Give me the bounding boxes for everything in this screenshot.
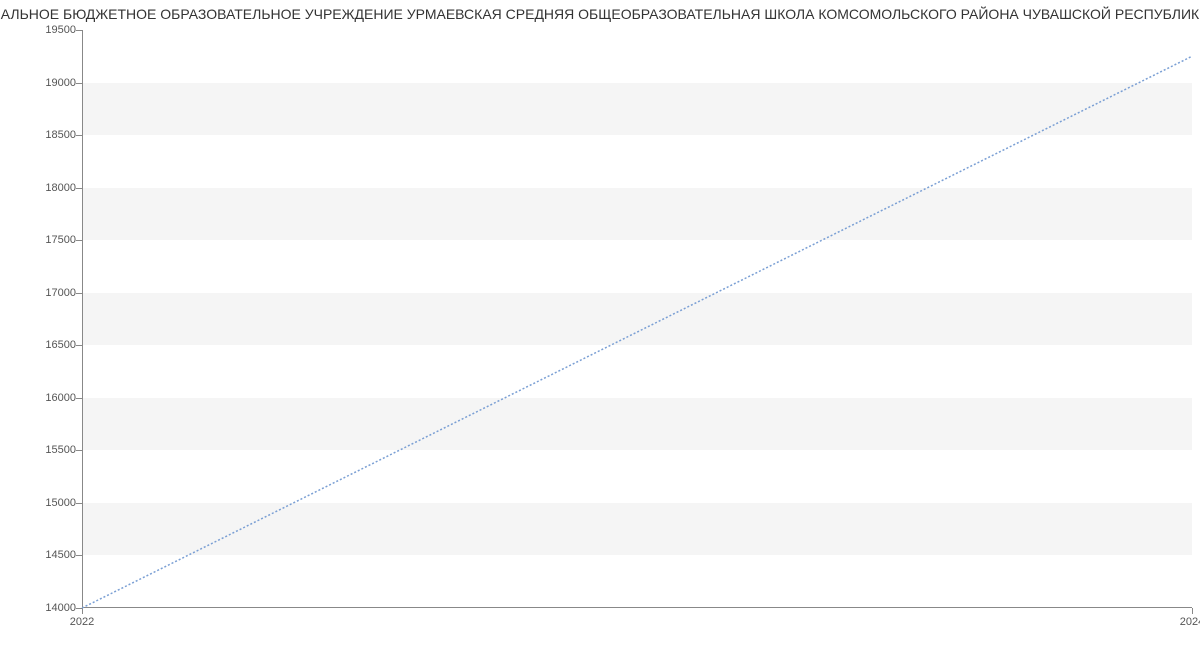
y-tick-label: 14000 [45,602,76,614]
y-tick-label: 14500 [45,549,76,561]
x-tick [82,608,83,614]
y-tick-label: 17500 [45,234,76,246]
plot-area [82,30,1192,608]
y-tick-label: 18500 [45,129,76,141]
chart-title: АЛЬНОЕ БЮДЖЕТНОЕ ОБРАЗОВАТЕЛЬНОЕ УЧРЕЖДЕ… [0,6,1200,22]
y-tick-label: 17000 [45,287,76,299]
x-tick-label: 2024 [1180,616,1200,628]
y-tick-label: 18000 [45,182,76,194]
line-chart-svg [82,30,1192,608]
y-tick-label: 15500 [45,444,76,456]
y-tick-label: 15000 [45,497,76,509]
y-tick-label: 19500 [45,24,76,36]
y-tick-label: 16000 [45,392,76,404]
y-tick-label: 16500 [45,339,76,351]
x-tick-label: 2022 [70,616,94,628]
y-tick-label: 19000 [45,77,76,89]
data-line [82,56,1192,608]
x-tick [1192,608,1193,614]
